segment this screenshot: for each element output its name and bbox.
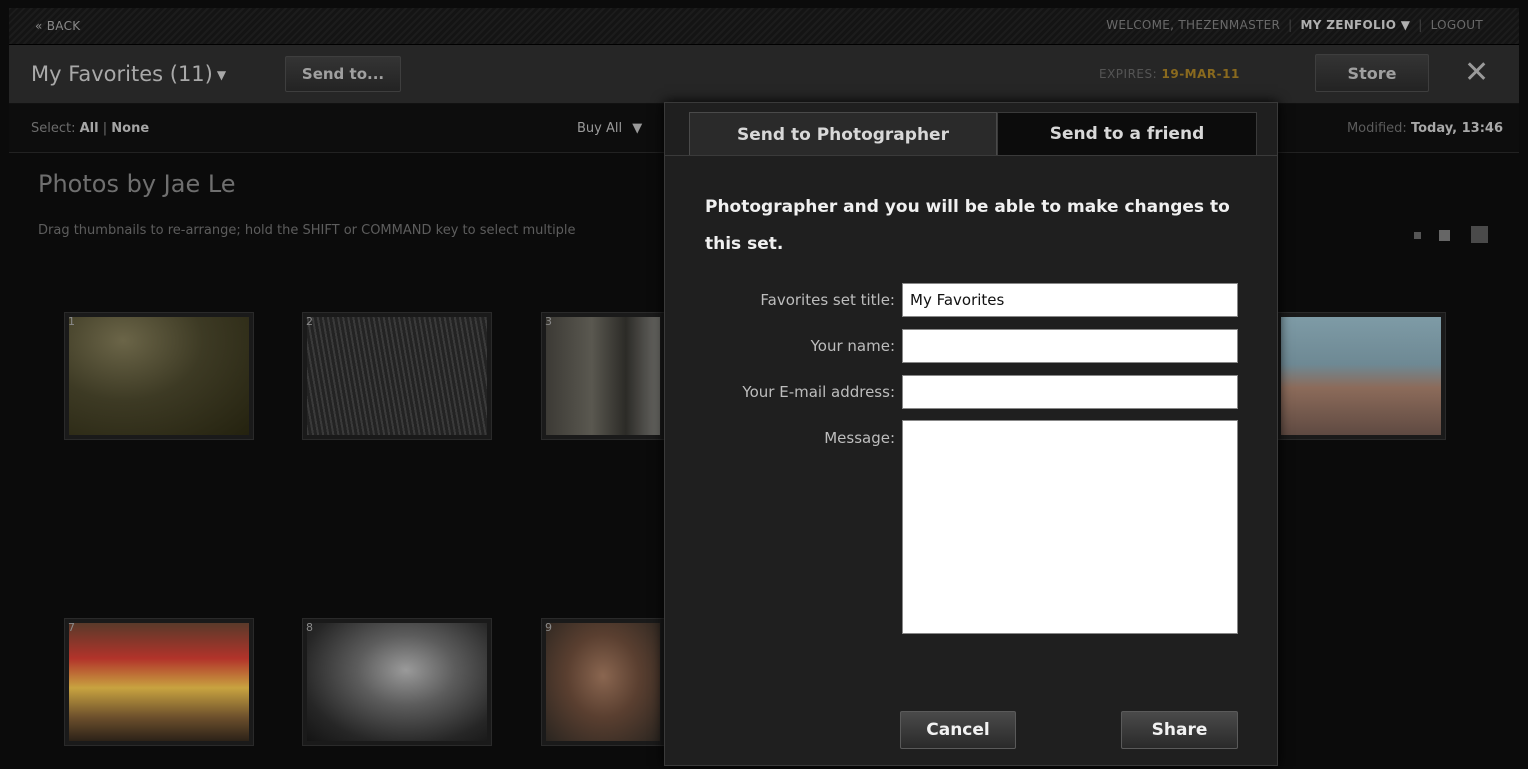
large-thumbnails-icon[interactable] [1471, 226, 1488, 243]
favorites-title-dropdown[interactable]: My Favorites (11) ▼ [31, 62, 226, 86]
chevron-down-icon: ▼ [1400, 18, 1411, 32]
chevron-down-icon: ▼ [216, 68, 227, 82]
photo-thumbnail[interactable]: 9 [541, 618, 665, 746]
dialog-description: Photographer and you will be able to mak… [705, 197, 1230, 254]
share-button[interactable]: Share [1121, 711, 1238, 749]
back-link[interactable]: « BACK [35, 19, 80, 33]
divider: | [1418, 18, 1423, 32]
modified-info: Modified: Today, 13:46 [1347, 121, 1503, 136]
select-none-link[interactable]: None [111, 121, 149, 136]
photo-image [307, 623, 487, 741]
small-thumbnails-icon[interactable] [1414, 232, 1421, 239]
store-button[interactable]: Store [1315, 54, 1429, 92]
expires-info: EXPIRES: 19-MAR-11 [1099, 67, 1240, 81]
buy-all-label: Buy All [577, 121, 623, 136]
your-name-label: Your name: [810, 337, 895, 355]
modified-value: Today, 13:46 [1410, 121, 1503, 136]
divider [665, 155, 1277, 156]
cancel-button[interactable]: Cancel [900, 711, 1016, 749]
select-controls: Select: All | None [31, 121, 149, 136]
select-all-link[interactable]: All [80, 121, 99, 136]
photo-image [1281, 317, 1441, 435]
photo-number: 8 [306, 621, 313, 634]
send-to-dialog: Send to Photographer Send to a friend Ph… [664, 102, 1278, 766]
tab-send-to-photographer[interactable]: Send to Photographer [689, 112, 997, 156]
chevron-down-icon: ▼ [632, 121, 643, 136]
photo-thumbnail[interactable] [1276, 312, 1446, 440]
photo-number: 1 [68, 315, 75, 328]
divider: | [1288, 18, 1293, 32]
expires-label: EXPIRES: [1099, 67, 1158, 81]
top-bar: « BACK WELCOME, THEZENMASTER | MY ZENFOLIO… [9, 8, 1519, 45]
divider: | [102, 121, 108, 136]
photo-number: 3 [545, 315, 552, 328]
medium-thumbnails-icon[interactable] [1439, 230, 1450, 241]
favorites-set-title-label: Favorites set title: [760, 291, 895, 309]
expires-date: 19-MAR-11 [1161, 67, 1240, 81]
favorites-title: My Favorites (11) [31, 62, 213, 86]
photo-image [307, 317, 487, 435]
top-links: WELCOME, THEZENMASTER | MY ZENFOLIO ▼ | LOGO… [1106, 18, 1483, 32]
photo-image [546, 317, 660, 435]
favorites-header: My Favorites (11) ▼ Send to... EXPIRES: 1… [9, 45, 1519, 104]
photo-number: 2 [306, 315, 313, 328]
close-icon[interactable]: ✕ [1464, 55, 1489, 90]
tab-send-to-friend[interactable]: Send to a friend [997, 112, 1257, 156]
photo-image [69, 317, 249, 435]
my-zenfolio-menu[interactable]: MY ZENFOLIO ▼ [1301, 18, 1411, 32]
select-label: Select: [31, 121, 76, 136]
welcome-text: WELCOME, THEZENMASTER [1106, 18, 1281, 32]
email-input[interactable] [902, 375, 1238, 409]
send-to-button[interactable]: Send to... [285, 56, 401, 92]
dialog-tabs: Send to Photographer Send to a friend [689, 112, 1257, 156]
photo-thumbnail[interactable]: 2 [302, 312, 492, 440]
buy-all-dropdown[interactable]: Buy All ▼ [577, 121, 642, 136]
email-label: Your E-mail address: [742, 383, 895, 401]
message-textarea[interactable] [902, 420, 1238, 634]
photo-number: 9 [545, 621, 552, 634]
page-title: Photos by Jae Le [38, 170, 236, 198]
message-label: Message: [824, 429, 895, 447]
photo-thumbnail[interactable]: 7 [64, 618, 254, 746]
photo-thumbnail[interactable]: 3 [541, 312, 665, 440]
photo-image [69, 623, 249, 741]
photo-thumbnail[interactable]: 1 [64, 312, 254, 440]
favorites-set-title-input[interactable] [902, 283, 1238, 317]
modified-label: Modified: [1346, 121, 1407, 136]
logout-link[interactable]: LOGOUT [1431, 18, 1483, 32]
photo-image [546, 623, 660, 741]
your-name-input[interactable] [902, 329, 1238, 363]
photo-number: 7 [68, 621, 75, 634]
rearrange-hint: Drag thumbnails to re-arrange; hold the … [38, 223, 576, 238]
photo-thumbnail[interactable]: 8 [302, 618, 492, 746]
